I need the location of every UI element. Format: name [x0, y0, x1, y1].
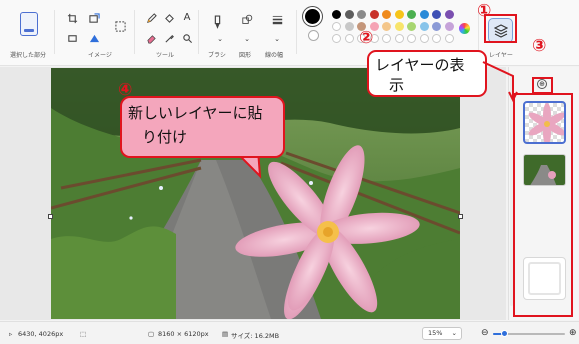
chevron-down-icon: ⌄ [451, 329, 457, 337]
callout-2-number: ② [359, 28, 374, 48]
zoom-value: 15% [428, 329, 443, 337]
callout-1-number: ① [477, 1, 492, 21]
brush-icon[interactable] [210, 14, 224, 30]
palette-custom-slot[interactable] [432, 34, 441, 43]
cursor-icon: ▹ [9, 330, 13, 338]
ribbon-separator [198, 10, 199, 54]
secondary-color-swatch[interactable] [308, 30, 319, 41]
zoom-in-icon[interactable]: ⊕ [569, 328, 577, 338]
chevron-down-icon[interactable]: ⌄ [214, 33, 226, 45]
magnifier-icon[interactable] [181, 32, 193, 44]
ribbon-separator [54, 10, 55, 54]
chevron-down-icon[interactable]: ⌄ [271, 33, 283, 45]
eraser-icon[interactable] [145, 32, 157, 44]
zoom-select[interactable]: 15% ⌄ [422, 327, 462, 340]
callout-4-box: 新しいレイヤーに貼り付け [120, 96, 285, 158]
line-width-icon[interactable] [270, 12, 284, 26]
callout-2-box: レイヤーの表示 [367, 50, 487, 97]
palette-color-swatch[interactable] [332, 10, 341, 19]
palette-color-swatch[interactable] [394, 10, 404, 19]
callout-4-text: 新しいレイヤーに貼り付け [128, 104, 263, 146]
palette-color-swatch[interactable] [444, 22, 454, 31]
palette-color-swatch[interactable] [369, 10, 379, 19]
callout-2-text: レイヤーの表示 [375, 56, 465, 94]
file-size: サイズ: 16.2MB [231, 332, 280, 340]
zoom-slider[interactable] [493, 330, 565, 337]
callout-3-number: ③ [532, 36, 547, 56]
text-icon[interactable]: A [181, 12, 193, 24]
group-label-brushes: ブラシ [208, 52, 226, 59]
palette-color-swatch[interactable] [407, 10, 416, 19]
canvas-size-icon: ▢ [148, 330, 155, 338]
ribbon-separator [296, 10, 297, 54]
palette-custom-slot[interactable] [382, 34, 391, 43]
select-icon[interactable] [114, 20, 126, 32]
zoom-slider-thumb[interactable] [500, 330, 508, 337]
shapes-icon[interactable] [240, 12, 254, 26]
palette-color-swatch[interactable] [419, 22, 429, 31]
palette-color-swatch[interactable] [444, 10, 454, 19]
palette-color-swatch[interactable] [382, 22, 391, 31]
file-size-icon: ▤ [222, 330, 229, 338]
callout-4-number: ④ [118, 80, 133, 100]
palette-color-swatch[interactable] [407, 22, 416, 31]
palette-custom-slot[interactable] [444, 34, 454, 43]
group-label-tools: ツール [156, 52, 175, 59]
add-layer-highlight [532, 77, 553, 94]
canvas-size: 8160 × 6120px [158, 330, 209, 338]
palette-custom-slot[interactable] [394, 34, 404, 43]
color-picker-icon[interactable] [163, 32, 175, 44]
group-label-layers: レイヤー [489, 52, 513, 59]
layers-panel-highlight [513, 93, 573, 317]
palette-color-swatch[interactable] [332, 22, 341, 31]
current-color-swatch[interactable] [305, 9, 320, 24]
flip-icon[interactable] [88, 32, 100, 44]
palette-color-swatch[interactable] [394, 22, 404, 31]
rotate-icon[interactable] [66, 32, 78, 44]
chevron-down-icon[interactable]: ⌄ [241, 33, 253, 45]
resize-handle-right[interactable] [458, 214, 463, 219]
group-label-size: 線の幅 [265, 52, 284, 59]
group-label-shapes: 図形 [239, 52, 252, 59]
selection-size-icon: ⬚ [80, 330, 87, 338]
palette-color-swatch[interactable] [432, 10, 441, 19]
palette-color-swatch[interactable] [344, 22, 354, 31]
fill-icon[interactable] [163, 12, 175, 24]
resize-handle-left[interactable] [48, 214, 53, 219]
selection-tool-icon[interactable] [20, 12, 38, 36]
palette-custom-slot[interactable] [407, 34, 416, 43]
palette-custom-slot[interactable] [344, 34, 354, 43]
callout-2-arrow [482, 61, 518, 103]
palette-color-swatch[interactable] [357, 10, 366, 19]
palette-color-swatch[interactable] [432, 22, 441, 31]
pencil-icon[interactable] [145, 12, 157, 24]
palette-color-swatch[interactable] [344, 10, 354, 19]
status-bar: ▹ 6430, 4026px ⬚ ▢ 8160 × 6120px ▤ サイズ: … [0, 321, 579, 344]
crop-icon[interactable] [66, 12, 78, 24]
palette-color-swatch[interactable] [382, 10, 391, 19]
color-wheel-icon[interactable] [459, 23, 470, 34]
palette-color-swatch[interactable] [419, 10, 429, 19]
resize-icon[interactable] [88, 12, 100, 24]
group-label-selection: 選択した部分 [10, 52, 47, 59]
zoom-out-icon[interactable]: ⊖ [481, 328, 489, 338]
palette-custom-slot[interactable] [332, 34, 341, 43]
group-label-image: イメージ [88, 52, 112, 59]
cursor-position: 6430, 4026px [18, 330, 64, 338]
palette-custom-slot[interactable] [419, 34, 429, 43]
ribbon-separator [134, 10, 135, 54]
